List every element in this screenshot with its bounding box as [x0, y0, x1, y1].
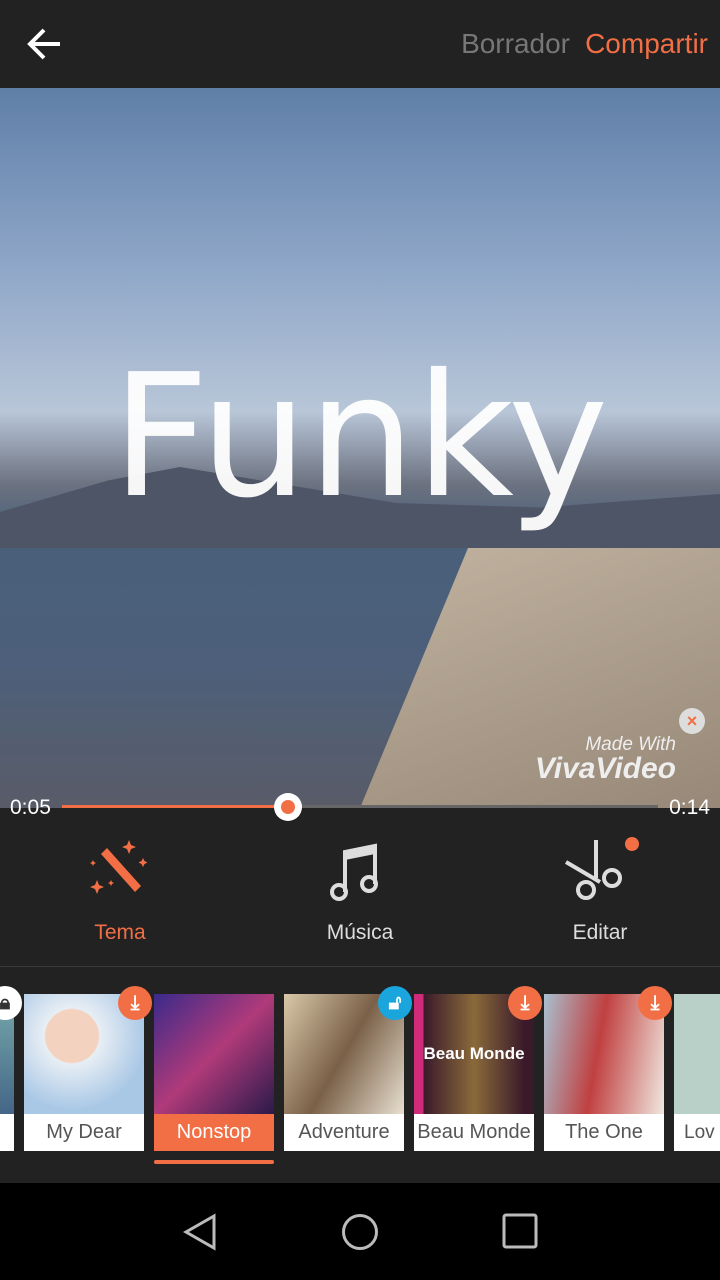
- watermark-line2: VivaVideo: [534, 752, 676, 785]
- download-icon[interactable]: ⤓: [118, 986, 152, 1020]
- theme-card-beau-monde[interactable]: Beau Monde Beau Monde ⤓: [414, 986, 542, 1151]
- download-icon[interactable]: ⤓: [508, 986, 542, 1020]
- nav-back-icon[interactable]: [182, 1213, 220, 1251]
- seek-bar-handle[interactable]: [274, 793, 303, 821]
- theme-card-my-dear[interactable]: My Dear ⤓: [24, 986, 152, 1151]
- theme-card-adventure[interactable]: Adventure 🔓︎: [284, 986, 412, 1151]
- seek-bar-fill: [62, 805, 289, 808]
- theme-card-the-one[interactable]: The One ⤓: [544, 986, 672, 1151]
- music-note-icon: [330, 843, 378, 901]
- theme-name: Beau Monde: [417, 1121, 531, 1143]
- share-button[interactable]: Compartir: [585, 28, 708, 60]
- arrow-left-icon[interactable]: [24, 24, 68, 64]
- theme-strip[interactable]: 🔒︎ My Dear ⤓ Nonstop Adventure 🔓︎ Beau Mon…: [0, 986, 720, 1154]
- theme-name: Lov: [684, 1122, 715, 1143]
- theme-name: The One: [565, 1121, 643, 1143]
- scissors-icon: [564, 837, 639, 900]
- theme-name: [0, 1114, 14, 1151]
- divider: [0, 966, 720, 967]
- nav-recents-icon[interactable]: [502, 1213, 538, 1249]
- theme-thumbnail: [154, 994, 274, 1114]
- theme-name: Adventure: [298, 1121, 390, 1143]
- lock-icon: 🔓︎: [378, 986, 412, 1020]
- video-preview[interactable]: Funky × Made With VivaVideo: [0, 88, 720, 808]
- tool-musica[interactable]: Música: [280, 836, 440, 945]
- theme-card-love[interactable]: Lov: [674, 994, 720, 1151]
- theme-card[interactable]: 🔒︎: [0, 986, 22, 1151]
- system-nav-bar: [0, 1183, 720, 1280]
- tool-label: Música: [326, 921, 394, 944]
- theme-overlay-text: Beau Monde: [423, 1044, 525, 1063]
- theme-name: Nonstop: [154, 1114, 274, 1151]
- magic-wand-icon: [90, 840, 148, 894]
- theme-card-nonstop[interactable]: Nonstop: [154, 994, 274, 1151]
- selected-theme-indicator: [154, 1160, 274, 1164]
- theme-title-text: Funky: [111, 338, 609, 536]
- total-time: 0:14: [669, 796, 710, 819]
- top-bar: Borrador Compartir: [0, 0, 720, 88]
- theme-thumbnail: [674, 994, 720, 1114]
- watermark-close-icon[interactable]: ×: [679, 708, 705, 734]
- lock-icon: 🔒︎: [0, 986, 22, 1020]
- draft-button[interactable]: Borrador: [461, 28, 570, 60]
- tool-tema[interactable]: Tema: [40, 836, 200, 945]
- tool-editar[interactable]: Editar: [520, 836, 680, 945]
- tool-label: Editar: [572, 921, 628, 944]
- tool-label: Tema: [94, 921, 146, 944]
- download-icon[interactable]: ⤓: [638, 986, 672, 1020]
- nav-home-icon[interactable]: [341, 1213, 379, 1251]
- current-time: 0:05: [10, 796, 51, 819]
- seek-bar[interactable]: [62, 793, 658, 821]
- theme-name: My Dear: [46, 1121, 122, 1143]
